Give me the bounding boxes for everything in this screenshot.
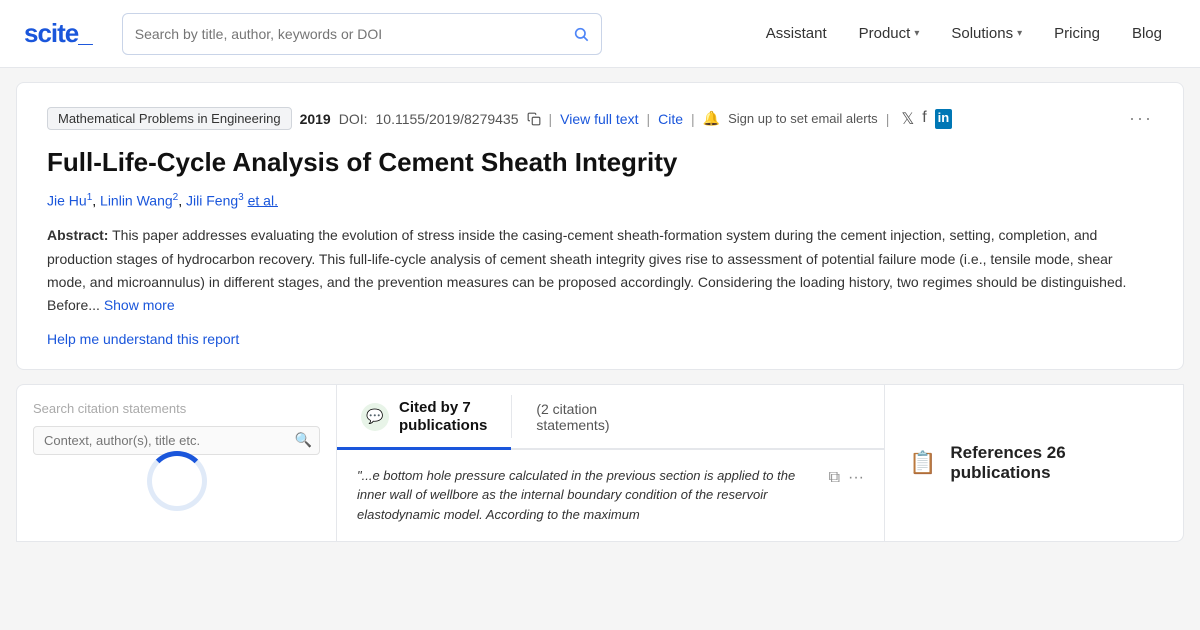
separator: | bbox=[886, 111, 890, 127]
tabs-row: 💬 Cited by 7 publications (2 citation st… bbox=[337, 385, 884, 450]
snippet-text: "...e bottom hole pressure calculated in… bbox=[357, 466, 819, 525]
authors: Jie Hu1, Linlin Wang2, Jili Feng3 et al. bbox=[47, 192, 1153, 209]
search-citations-panel: Search citation statements 🔍 bbox=[16, 384, 336, 542]
separator: | bbox=[646, 111, 650, 127]
view-full-text-link[interactable]: View full text bbox=[560, 111, 638, 127]
show-more-link[interactable]: Show more bbox=[104, 297, 175, 313]
facebook-icon[interactable]: f bbox=[922, 109, 926, 129]
logo[interactable]: scite_ bbox=[24, 18, 92, 49]
doi-value: 10.1155/2019/8279435 bbox=[376, 111, 519, 127]
search-citations-label: Search citation statements bbox=[33, 401, 320, 416]
chat-bubble-icon: 💬 bbox=[361, 403, 389, 431]
nav-product[interactable]: Product ▾ bbox=[845, 17, 934, 50]
journal-tag: Mathematical Problems in Engineering bbox=[47, 107, 292, 130]
loading-spinner bbox=[147, 451, 207, 511]
publication-year: 2019 bbox=[300, 111, 331, 127]
search-bar[interactable] bbox=[122, 13, 602, 55]
doi-label: DOI: bbox=[339, 111, 368, 127]
citation-count-label: (2 citation statements) bbox=[536, 401, 609, 433]
more-snippet-icon[interactable]: ··· bbox=[848, 466, 864, 490]
separator: | bbox=[691, 111, 695, 127]
et-al-link[interactable]: et al. bbox=[248, 192, 278, 208]
more-options-button[interactable]: ··· bbox=[1129, 108, 1153, 129]
copy-icon[interactable] bbox=[527, 112, 541, 126]
author-sup-2: 2 bbox=[173, 192, 179, 203]
abstract-body: This paper addresses evaluating the evol… bbox=[47, 227, 1126, 312]
chevron-down-icon: ▾ bbox=[914, 28, 919, 39]
signup-text: Sign up to set email alerts bbox=[728, 111, 878, 126]
copy-snippet-icon[interactable]: ⧉ bbox=[829, 466, 840, 490]
search-icon bbox=[573, 26, 589, 42]
abstract-label: Abstract: bbox=[47, 227, 108, 243]
help-link[interactable]: Help me understand this report bbox=[47, 331, 239, 347]
chevron-down-icon: ▾ bbox=[1017, 28, 1022, 39]
citation-snippet: "...e bottom hole pressure calculated in… bbox=[337, 450, 884, 541]
author-linlin-wang[interactable]: Linlin Wang bbox=[100, 192, 173, 208]
author-jie-hu[interactable]: Jie Hu bbox=[47, 192, 87, 208]
cite-link[interactable]: Cite bbox=[658, 111, 683, 127]
nav-blog[interactable]: Blog bbox=[1118, 17, 1176, 50]
article-card: Mathematical Problems in Engineering 201… bbox=[16, 82, 1184, 370]
search-input[interactable] bbox=[135, 26, 573, 42]
separator: | bbox=[549, 111, 553, 127]
author-jili-feng[interactable]: Jili Feng bbox=[186, 192, 238, 208]
bottom-section: Search citation statements 🔍 💬 Cited by … bbox=[16, 384, 1184, 542]
abstract-text: Abstract: This paper addresses evaluatin… bbox=[47, 224, 1153, 316]
author-sup-3: 3 bbox=[238, 192, 244, 203]
snippet-actions: ⧉ ··· bbox=[829, 466, 864, 490]
document-icon: 📋 bbox=[909, 450, 936, 476]
references-label: References 26 publications bbox=[950, 443, 1159, 483]
nav-pricing[interactable]: Pricing bbox=[1040, 17, 1114, 50]
social-icons: 𝕏 f in bbox=[901, 109, 952, 129]
nav-links: Assistant Product ▾ Solutions ▾ Pricing … bbox=[752, 17, 1176, 50]
article-meta: Mathematical Problems in Engineering 201… bbox=[47, 107, 1153, 130]
cited-by-label: Cited by 7 publications bbox=[399, 399, 487, 435]
bell-icon: 🔔 bbox=[703, 110, 720, 127]
cited-by-panel: 💬 Cited by 7 publications (2 citation st… bbox=[336, 384, 884, 542]
navbar: scite_ Assistant Product ▾ Solutions ▾ P… bbox=[0, 0, 1200, 68]
author-sup-1: 1 bbox=[87, 192, 93, 203]
search-small-icon: 🔍 bbox=[295, 432, 312, 449]
twitter-icon[interactable]: 𝕏 bbox=[901, 109, 914, 129]
tab-citation-statements[interactable]: (2 citation statements) bbox=[512, 385, 633, 448]
references-panel[interactable]: 📋 References 26 publications bbox=[884, 384, 1184, 542]
linkedin-icon[interactable]: in bbox=[935, 109, 953, 129]
article-title: Full-Life-Cycle Analysis of Cement Sheat… bbox=[47, 146, 1153, 180]
tab-cited-by[interactable]: 💬 Cited by 7 publications bbox=[337, 385, 511, 450]
nav-assistant[interactable]: Assistant bbox=[752, 17, 841, 50]
nav-solutions[interactable]: Solutions ▾ bbox=[937, 17, 1036, 50]
